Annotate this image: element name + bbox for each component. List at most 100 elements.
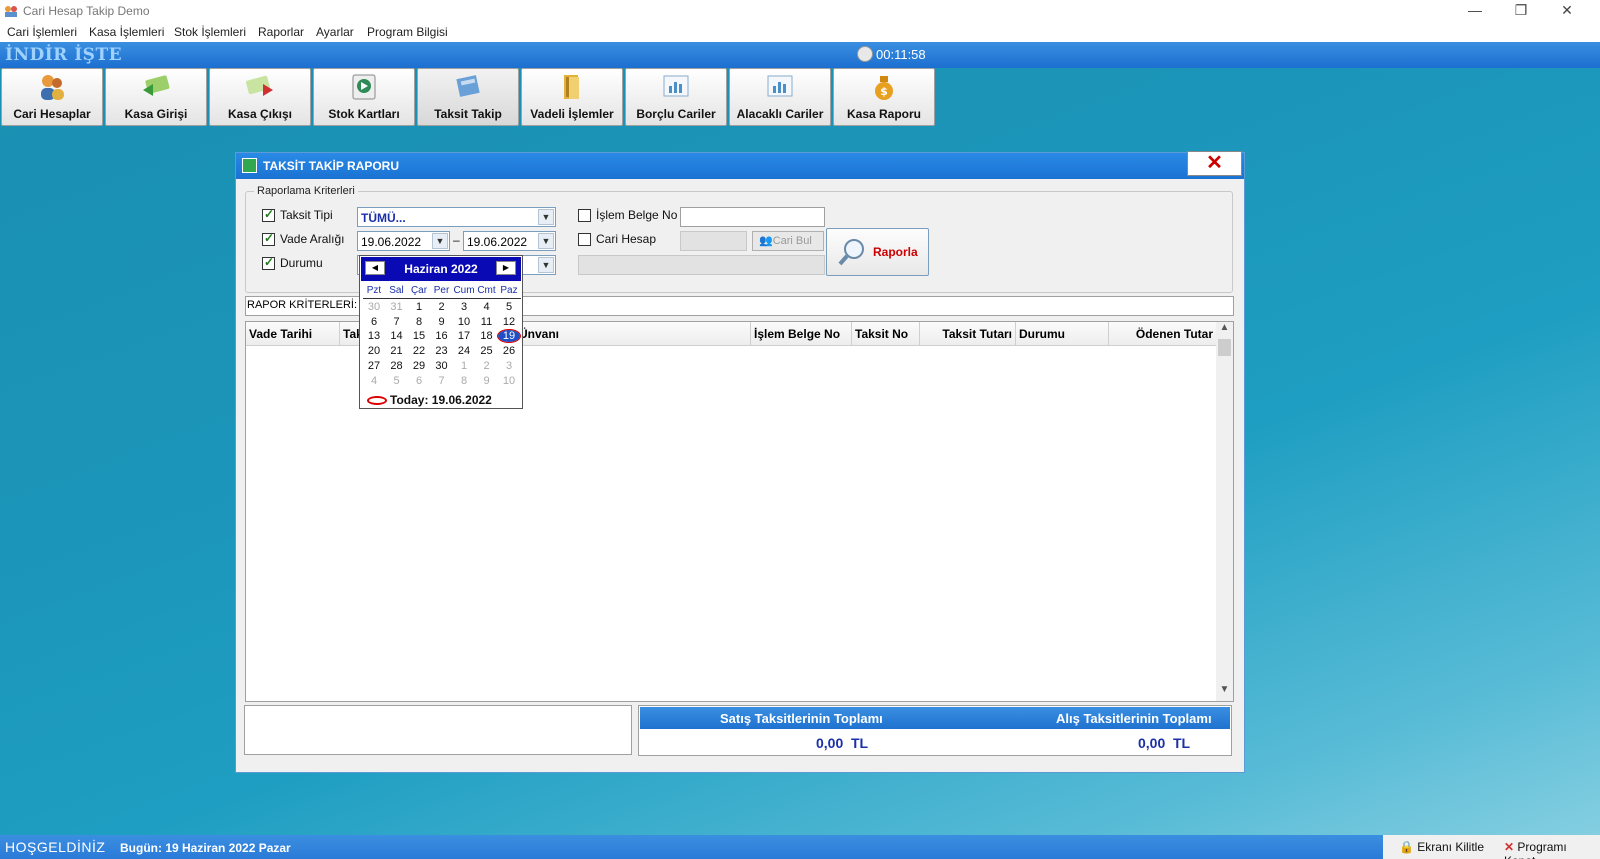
calendar-day[interactable]: 6	[363, 316, 385, 328]
menu-ayarlar[interactable]: Ayarlar	[316, 25, 354, 39]
column-unvani[interactable]: Ünvanı	[516, 322, 751, 346]
toolbar-kasa-girisi-button[interactable]: Kasa Girişi	[105, 68, 207, 126]
calendar-day[interactable]: 23	[431, 345, 453, 357]
calendar-day[interactable]: 6	[408, 375, 430, 387]
calendar-weekday: Per	[433, 285, 450, 296]
calendar-day[interactable]: 7	[431, 375, 453, 387]
islem-belge-no-input[interactable]	[680, 207, 825, 227]
column-odenen-tutar[interactable]: Ödenen Tutar	[1109, 322, 1217, 346]
dialog-close-button[interactable]: ✕	[1187, 151, 1242, 176]
calendar-day[interactable]: 4	[476, 301, 498, 313]
menu-stok-islemleri[interactable]: Stok İşlemleri	[174, 25, 246, 39]
calendar-day[interactable]: 20	[363, 345, 385, 357]
calendar-day[interactable]: 8	[453, 375, 475, 387]
toolbar-cari-hesaplar-button[interactable]: Cari Hesaplar	[1, 68, 103, 126]
calendar-day[interactable]: 2	[431, 301, 453, 313]
scroll-down-icon[interactable]: ▼	[1216, 684, 1233, 701]
durumu-checkbox[interactable]	[262, 255, 275, 270]
calendar-day[interactable]: 10	[453, 316, 475, 328]
cari-hesap-code-input[interactable]	[680, 231, 747, 251]
calendar-day[interactable]: 25	[476, 345, 498, 357]
toolbar-alacakli-cariler-button[interactable]: Alacaklı Cariler	[729, 68, 831, 126]
calendar-day[interactable]: 31	[386, 301, 408, 313]
calendar-day[interactable]: 1	[408, 301, 430, 313]
islem-belge-no-checkbox[interactable]	[578, 209, 591, 222]
calendar-day[interactable]: 28	[386, 360, 408, 372]
calendar-day[interactable]: 17	[453, 330, 475, 342]
chevron-down-icon[interactable]: ▼	[538, 257, 554, 273]
calendar-day[interactable]: 18	[476, 330, 498, 342]
calendar-day[interactable]: 5	[498, 301, 520, 313]
window-close-button[interactable]: ✕	[1544, 0, 1590, 22]
toolbar-borclu-cariler-button[interactable]: Borçlu Cariler	[625, 68, 727, 126]
cari-bul-button[interactable]: 👥Cari Bul	[752, 231, 824, 251]
calendar-day[interactable]: 11	[476, 316, 498, 328]
scroll-up-icon[interactable]: ▲	[1216, 322, 1233, 339]
alis-total-label: Alış Taksitlerinin Toplamı	[1056, 711, 1212, 726]
vade-araligi-checkbox[interactable]	[262, 231, 275, 246]
calendar-day[interactable]: 26	[498, 345, 520, 357]
cari-hesap-checkbox[interactable]	[578, 233, 591, 246]
chevron-down-icon[interactable]: ▼	[538, 233, 554, 249]
calendar-day[interactable]: 3	[498, 360, 520, 372]
calendar-day[interactable]: 30	[363, 301, 385, 313]
calendar-day[interactable]: 22	[408, 345, 430, 357]
calendar-day[interactable]: 29	[408, 360, 430, 372]
menu-cari-islemleri[interactable]: Cari İşlemleri	[7, 25, 77, 39]
toolbar-kasa-cikisi-button[interactable]: Kasa Çıkışı	[209, 68, 311, 126]
lock-screen-link[interactable]: 🔒 Ekranı Kilitle	[1399, 840, 1484, 854]
taksit-tipi-select[interactable]: TÜMÜ... ▼	[357, 207, 556, 227]
date-picker-calendar[interactable]: ◀ Haziran 2022 ▶ Pzt Sal Çar Per Cum Cmt Paz 3…	[359, 255, 523, 409]
calendar-day[interactable]: 21	[386, 345, 408, 357]
menu-kasa-islemleri[interactable]: Kasa İşlemleri	[89, 25, 164, 39]
maximize-button[interactable]: ❐	[1498, 0, 1544, 22]
calendar-day[interactable]: 14	[386, 330, 408, 342]
calendar-day[interactable]: 30	[431, 360, 453, 372]
toolbar-taksit-takip-button[interactable]: Taksit Takip	[417, 68, 519, 126]
raporla-button[interactable]: Raporla	[826, 228, 929, 276]
vade-bitis-date[interactable]: 19.06.2022 ▼	[463, 231, 556, 251]
close-program-link[interactable]: ✕ Programı Kapat	[1504, 840, 1600, 859]
calendar-day[interactable]: 9	[431, 316, 453, 328]
app-icon	[5, 6, 17, 17]
calendar-day[interactable]: 4	[363, 375, 385, 387]
calendar-day[interactable]: 2	[476, 360, 498, 372]
calendar-header: ◀ Haziran 2022 ▶	[361, 257, 521, 281]
minimize-button[interactable]: —	[1452, 0, 1498, 22]
calendar-day[interactable]: 10	[498, 375, 520, 387]
calendar-day[interactable]: 13	[363, 330, 385, 342]
toolbar-vadeli-islemler-button[interactable]: Vadeli İşlemler	[521, 68, 623, 126]
grid-scrollbar[interactable]: ▲ ▼	[1216, 322, 1233, 701]
calendar-day[interactable]: 24	[453, 345, 475, 357]
chevron-down-icon[interactable]: ▼	[538, 209, 554, 225]
calendar-day[interactable]: 16	[431, 330, 453, 342]
calendar-day[interactable]: 9	[476, 375, 498, 387]
calendar-day[interactable]: 12	[498, 316, 520, 328]
toolbar-stok-kartlari-button[interactable]: Stok Kartları	[313, 68, 415, 126]
calendar-today-link[interactable]: Today: 19.06.2022	[367, 393, 492, 407]
money-out-icon	[246, 75, 273, 96]
menu-raporlar[interactable]: Raporlar	[258, 25, 304, 39]
calendar-day[interactable]: 1	[453, 360, 475, 372]
satis-total-value: 0,00	[816, 735, 844, 751]
scroll-thumb[interactable]	[1218, 339, 1231, 356]
chevron-down-icon[interactable]: ▼	[432, 233, 448, 249]
toolbar-kasa-raporu-button[interactable]: $ Kasa Raporu	[833, 68, 935, 126]
column-taksit-no[interactable]: Taksit No	[852, 322, 920, 346]
column-vade-tarihi[interactable]: Vade Tarihi	[246, 322, 340, 346]
cari-hesap-name-input[interactable]	[578, 255, 825, 275]
taksit-tipi-checkbox[interactable]	[262, 207, 275, 222]
calendar-day[interactable]: 8	[408, 316, 430, 328]
calendar-day[interactable]: 15	[408, 330, 430, 342]
column-taksit-tutari[interactable]: Taksit Tutarı	[920, 322, 1016, 346]
calendar-day[interactable]: 3	[453, 301, 475, 313]
calendar-day[interactable]: 5	[386, 375, 408, 387]
calendar-day[interactable]: 7	[386, 316, 408, 328]
column-durumu[interactable]: Durumu	[1016, 322, 1109, 346]
column-islem-belge-no[interactable]: İşlem Belge No	[751, 322, 852, 346]
next-month-button[interactable]: ▶	[496, 261, 516, 275]
calendar-day[interactable]: 19	[497, 329, 521, 344]
vade-baslangic-date[interactable]: 19.06.2022 ▼	[357, 231, 450, 251]
calendar-day[interactable]: 27	[363, 360, 385, 372]
menu-program-bilgisi[interactable]: Program Bilgisi	[367, 25, 448, 39]
